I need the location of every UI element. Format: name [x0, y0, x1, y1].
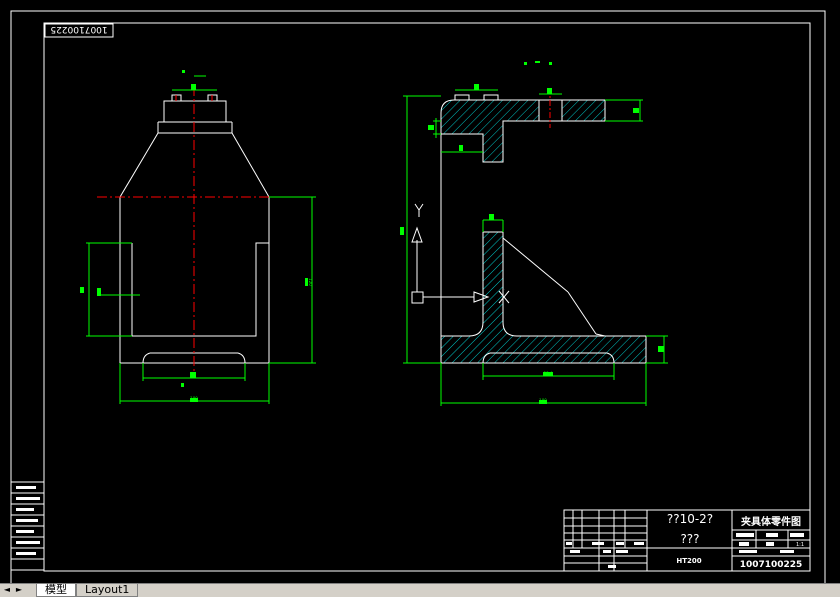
part-number-box: 1007100225: [44, 23, 114, 38]
title-drawing-title: 夹具体零件图: [741, 515, 801, 528]
title-drawing-number: 1007100225: [740, 560, 803, 570]
dim-right-width: 180: [539, 398, 547, 403]
tab-layout1[interactable]: Layout1: [76, 584, 139, 597]
section-view[interactable]: 180 98.4: [400, 61, 668, 406]
title-name-line1: ??10-2?: [667, 512, 713, 526]
dim-right-slot: 98.4: [544, 371, 553, 376]
dim-left-height: 120: [308, 278, 313, 286]
title-scale: 1:1: [796, 542, 804, 548]
tab-nav-first-button[interactable]: ◄: [2, 585, 12, 595]
front-view[interactable]: 180 120 88: [80, 70, 316, 404]
title-name-line2: ???: [680, 532, 699, 546]
dim-left-depth: 88: [80, 287, 85, 293]
tab-nav-next-button[interactable]: ►: [14, 585, 24, 595]
layout-tab-bar: ◄ ► 模型 Layout1: [0, 583, 840, 597]
cad-drawing-canvas[interactable]: 1007100225 180 120 88 180 98.4 Y X ??10-…: [0, 0, 840, 583]
dim-left-width: 180: [190, 396, 198, 401]
revision-block: [10, 481, 45, 571]
part-number-top: 1007100225: [50, 24, 107, 34]
tab-model[interactable]: 模型: [36, 584, 76, 597]
title-material: HT200: [676, 557, 701, 565]
ucs-x-label: X: [504, 289, 505, 291]
ucs-y-label: Y: [419, 201, 420, 203]
drawing-frame: [10, 10, 826, 583]
